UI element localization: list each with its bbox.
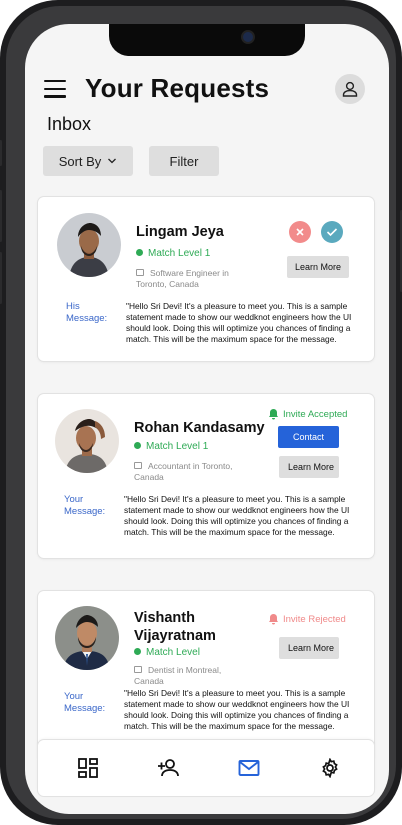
contact-button[interactable]: Contact [278, 426, 339, 448]
bell-icon [269, 614, 278, 625]
phone-bezel: Your Requests Inbox Sort By Filter Linga… [6, 6, 396, 819]
bottom-navigation [38, 740, 374, 796]
accept-button[interactable] [321, 221, 343, 243]
add-user-icon [158, 759, 179, 777]
settings-icon [322, 758, 338, 778]
message-text: "Hello Sri Devi! It's a pleasure to meet… [126, 301, 352, 344]
message-text: "Hello Sri Devi! It's a pleasure to meet… [124, 494, 350, 537]
match-dot-icon [134, 648, 141, 655]
inbox-heading: Inbox [47, 114, 92, 134]
match-level: Match Level 1 [136, 248, 210, 260]
requester-name: Rohan Kandasamy [134, 420, 265, 436]
user-icon [342, 81, 358, 97]
message-label: His Message: [66, 301, 108, 324]
sort-by-label: Sort By [58, 153, 102, 169]
requester-name-last: Vijayratnam [134, 628, 216, 644]
mail-icon [238, 760, 260, 776]
chevron-down-icon [108, 158, 117, 164]
job-location: Software Engineer in Toronto, Canada [136, 268, 229, 289]
briefcase-icon [136, 269, 144, 276]
nav-inbox[interactable] [235, 754, 263, 782]
page-title: Your Requests [85, 73, 270, 103]
match-dot-icon [134, 442, 141, 449]
message-label: Your Message: [64, 494, 106, 517]
request-card: Lingam Jeya Match Level 1 Software Engin… [38, 197, 374, 361]
dashboard-icon [78, 758, 98, 778]
nav-settings[interactable] [316, 754, 344, 782]
request-card: Vishanth Vijayratnam Match Level Dentist… [38, 591, 374, 761]
match-level: Match Level 1 [134, 441, 234, 453]
volume-down-button [0, 252, 2, 304]
menu-icon[interactable] [44, 80, 66, 98]
front-camera [241, 30, 255, 44]
profile-avatar-button[interactable] [335, 74, 365, 104]
mute-switch [0, 140, 2, 166]
job-location: Dentist in Montreal, Canada [134, 665, 222, 686]
message-text: "Hello Sri Devi! It's a pleasure to meet… [124, 688, 350, 731]
learn-more-button[interactable]: Learn More [279, 637, 339, 659]
close-icon [296, 228, 304, 236]
profile-photo [55, 409, 119, 473]
learn-more-button[interactable]: Learn More [279, 456, 339, 478]
briefcase-icon [134, 666, 142, 673]
phone-frame: Your Requests Inbox Sort By Filter Linga… [0, 0, 402, 825]
message-label: Your Message: [64, 691, 106, 714]
bell-icon [269, 409, 278, 420]
profile-photo [55, 606, 119, 670]
requester-name: Lingam Jeya [136, 224, 224, 240]
request-card: Rohan Kandasamy Match Level 1 Accountant… [38, 394, 374, 558]
invite-status: Invite Accepted [268, 408, 347, 420]
sort-by-button[interactable]: Sort By [43, 146, 133, 176]
profile-photo [57, 213, 121, 277]
decline-button[interactable] [289, 221, 311, 243]
check-icon [326, 228, 338, 237]
nav-add-user[interactable] [154, 754, 182, 782]
match-dot-icon [136, 249, 143, 256]
filter-button[interactable]: Filter [149, 146, 219, 176]
job-location: Accountant in Toronto, Canada [134, 461, 233, 482]
nav-dashboard[interactable] [74, 754, 102, 782]
briefcase-icon [134, 462, 142, 469]
screen: Your Requests Inbox Sort By Filter Linga… [25, 24, 389, 814]
volume-up-button [0, 190, 2, 242]
requester-name-first: Vishanth [134, 610, 195, 626]
app-header: Your Requests [25, 72, 389, 112]
learn-more-button[interactable]: Learn More [287, 256, 349, 278]
invite-status: Invite Rejected [268, 613, 346, 625]
notch [109, 24, 305, 56]
match-level: Match Level [134, 647, 200, 659]
